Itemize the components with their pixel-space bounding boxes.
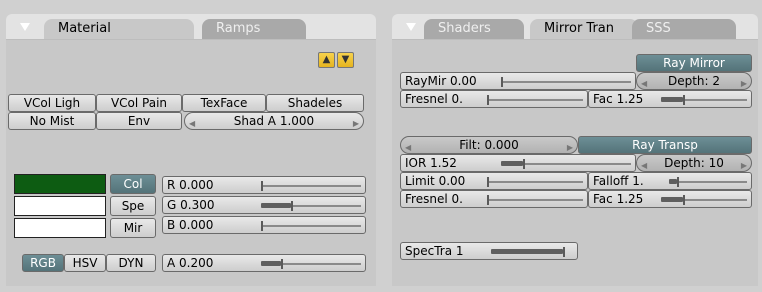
spectra-slider[interactable]: SpecTra 1 xyxy=(400,242,578,260)
triangle-down-icon[interactable] xyxy=(20,23,30,31)
green-slider-knob[interactable] xyxy=(291,201,293,211)
alpha-slider-label: A 0.200 xyxy=(167,256,214,270)
transp-fac-knob[interactable] xyxy=(683,195,685,205)
blue-slider[interactable]: B 0.000 xyxy=(162,216,366,234)
blue-slider-knob[interactable] xyxy=(261,221,263,231)
mirror-fac-knob[interactable] xyxy=(683,95,685,105)
mirror-transp-panel: Shaders Mirror Tran SSS Ray Mirror RayMi… xyxy=(392,14,758,286)
ior-knob[interactable] xyxy=(523,159,525,169)
texface-button[interactable]: TexFace xyxy=(182,94,266,112)
mirror-fresnel-label: Fresnel 0. xyxy=(405,92,463,106)
copy-paste-group: ▲ ▼ xyxy=(318,52,358,72)
mirror-fac-label: Fac 1.25 xyxy=(593,92,644,106)
ray-mirror-button[interactable]: Ray Mirror xyxy=(636,54,752,72)
raymir-slider[interactable]: RayMir 0.00 xyxy=(400,72,636,90)
raymir-label: RayMir 0.00 xyxy=(405,74,477,88)
red-slider-label: R 0.000 xyxy=(167,178,214,192)
red-slider-knob[interactable] xyxy=(261,181,263,191)
color-swatch-col[interactable] xyxy=(14,174,106,194)
green-slider[interactable]: G 0.300 xyxy=(162,196,366,214)
no-mist-button[interactable]: No Mist xyxy=(8,112,96,130)
green-slider-label: G 0.300 xyxy=(167,198,215,212)
limit-label: Limit 0.00 xyxy=(405,174,466,188)
vcol-light-button[interactable]: VCol Ligh xyxy=(8,94,96,112)
falloff-knob[interactable] xyxy=(677,177,679,187)
mirror-fresnel-slider[interactable]: Fresnel 0. xyxy=(400,90,588,108)
rgb-mode-button[interactable]: RGB xyxy=(22,254,64,272)
tab-shaders[interactable]: Shaders xyxy=(424,19,524,39)
red-slider[interactable]: R 0.000 xyxy=(162,176,366,194)
dyn-mode-button[interactable]: DYN xyxy=(106,254,156,272)
transp-fresnel-slider[interactable]: Fresnel 0. xyxy=(400,190,588,208)
mirror-depth-value: Depth: 2 xyxy=(667,74,721,88)
ray-transp-button[interactable]: Ray Transp xyxy=(578,136,752,154)
material-tabbar: Material Ramps xyxy=(6,14,376,40)
ior-slider[interactable]: IOR 1.52 xyxy=(400,154,636,172)
transp-fac-slider[interactable]: Fac 1.25 xyxy=(588,190,752,208)
falloff-label: Falloff 1. xyxy=(593,174,644,188)
shadow-alpha-field[interactable]: ◀ Shad A 1.000 ▶ xyxy=(184,112,364,130)
filter-field[interactable]: ◀ Filt: 0.000 ▶ xyxy=(400,136,578,154)
transp-depth-value: Depth: 10 xyxy=(664,156,724,170)
ior-label: IOR 1.52 xyxy=(405,156,457,170)
tab-sss[interactable]: SSS xyxy=(632,19,736,39)
env-button[interactable]: Env xyxy=(96,112,182,130)
limit-knob[interactable] xyxy=(487,177,489,187)
color-swatch-mir[interactable] xyxy=(14,218,106,238)
alpha-slider-knob[interactable] xyxy=(281,259,283,269)
tab-mirror-transp[interactable]: Mirror Tran xyxy=(530,19,638,39)
spectra-knob[interactable] xyxy=(563,247,565,257)
alpha-slider[interactable]: A 0.200 xyxy=(162,254,366,272)
col-button[interactable]: Col xyxy=(110,174,156,194)
decrement-arrow-icon[interactable]: ◀ xyxy=(189,116,195,132)
shaders-tabbar: Shaders Mirror Tran SSS xyxy=(392,14,758,40)
increment-arrow-icon[interactable]: ▶ xyxy=(353,116,359,132)
spe-button[interactable]: Spe xyxy=(110,196,156,216)
blue-slider-label: B 0.000 xyxy=(167,218,214,232)
arrow-up-icon[interactable]: ▲ xyxy=(318,52,335,68)
mirror-fresnel-knob[interactable] xyxy=(487,95,489,105)
hsv-mode-button[interactable]: HSV xyxy=(64,254,106,272)
mirror-fac-slider[interactable]: Fac 1.25 xyxy=(588,90,752,108)
mirror-depth-field[interactable]: ◀ Depth: 2 ▶ xyxy=(636,72,752,90)
shadow-alpha-value: Shad A 1.000 xyxy=(233,114,315,128)
transp-fresnel-label: Fresnel 0. xyxy=(405,192,463,206)
mir-button[interactable]: Mir xyxy=(110,218,156,238)
transp-depth-field[interactable]: ◀ Depth: 10 ▶ xyxy=(636,154,752,172)
tab-material[interactable]: Material xyxy=(44,19,194,39)
raymir-knob[interactable] xyxy=(501,77,503,87)
tab-ramps[interactable]: Ramps xyxy=(202,19,306,39)
arrow-down-icon[interactable]: ▼ xyxy=(337,52,354,68)
material-panel: Material Ramps ▲ ▼ VCol Ligh VCol Pain T… xyxy=(6,14,376,286)
transp-fresnel-knob[interactable] xyxy=(487,195,489,205)
filter-value: Filt: 0.000 xyxy=(459,138,519,152)
triangle-down-icon[interactable] xyxy=(406,23,416,31)
spectra-label: SpecTra 1 xyxy=(405,244,464,258)
vcol-paint-button[interactable]: VCol Pain xyxy=(96,94,182,112)
transp-fac-label: Fac 1.25 xyxy=(593,192,644,206)
limit-slider[interactable]: Limit 0.00 xyxy=(400,172,588,190)
shadeless-button[interactable]: Shadeles xyxy=(266,94,364,112)
falloff-slider[interactable]: Falloff 1. xyxy=(588,172,752,190)
color-swatch-spe[interactable] xyxy=(14,196,106,216)
